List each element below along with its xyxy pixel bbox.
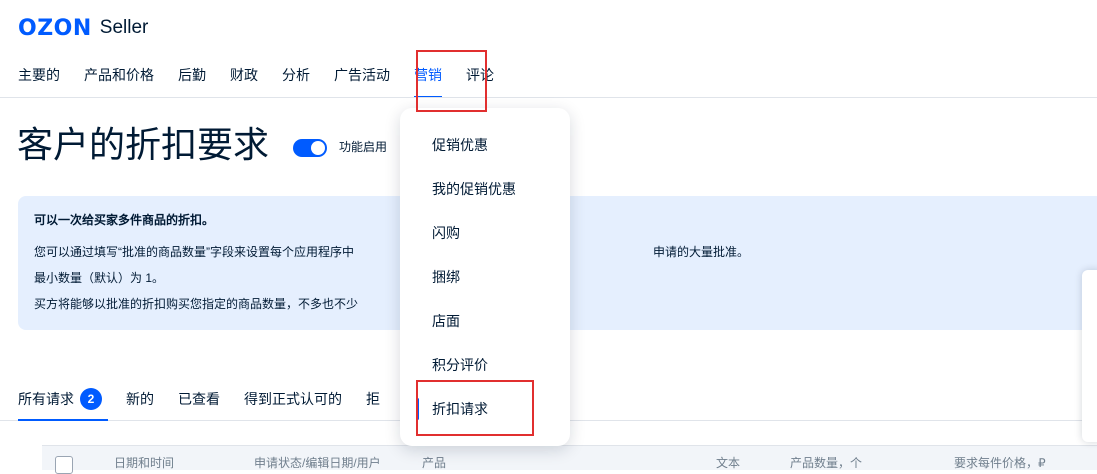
logo-sub: Seller: [99, 17, 149, 38]
table-header: 日期和时间 申请状态/编辑日期/用户 产品 文本 产品数量，个 要求每件价格，₽: [42, 445, 1097, 474]
ozon-seller-logo[interactable]: OZON Seller: [18, 15, 148, 41]
tab-all-requests[interactable]: 所有请求 2: [18, 388, 102, 410]
request-tabs: 所有请求 2 新的 已查看 得到正式认可的 拒: [18, 388, 404, 410]
count-badge: 2: [80, 388, 102, 410]
select-all-checkbox[interactable]: [55, 456, 73, 474]
nav-divider: [0, 97, 1097, 98]
logo-text: OZON: [18, 15, 92, 41]
active-tab-underline: [18, 419, 108, 421]
nav-item-products[interactable]: 产品和价格: [84, 66, 154, 84]
menu-item-points-reviews[interactable]: 积分评价: [432, 356, 488, 374]
info-line-2: 最小数量（默认）为 1。: [34, 271, 165, 285]
info-line-3: 买方将能够以批准的折扣购买您指定的商品数量，不多也不少: [34, 297, 359, 311]
col-status[interactable]: 申请状态/编辑日期/用户: [254, 456, 381, 470]
nav-item-logistics[interactable]: 后勤: [178, 66, 206, 84]
col-text[interactable]: 文本: [716, 456, 740, 470]
tab-all-requests-label: 所有请求: [18, 391, 74, 407]
info-line-1b: 申请的大量批准。: [653, 245, 750, 259]
col-price[interactable]: 要求每件价格，₽: [954, 456, 1046, 470]
col-product[interactable]: 产品: [422, 456, 446, 470]
toggle-knob: [311, 141, 325, 155]
menu-item-bundles[interactable]: 捆绑: [432, 268, 460, 286]
info-heading: 可以一次给买家多件商品的折扣。: [34, 213, 215, 227]
info-line-1a: 您可以通过填写“批准的商品数量”字段来设置每个应用程序中: [34, 245, 354, 259]
menu-item-promotions[interactable]: 促销优惠: [432, 136, 488, 154]
highlight-box-marketing: [416, 50, 487, 112]
tab-rejected[interactable]: 拒: [366, 390, 380, 408]
nav-item-ads[interactable]: 广告活动: [334, 66, 390, 84]
menu-item-storefront[interactable]: 店面: [432, 312, 460, 330]
menu-item-my-promotions[interactable]: 我的促销优惠: [432, 180, 516, 198]
col-date-time[interactable]: 日期和时间: [114, 456, 174, 470]
feature-toggle[interactable]: [293, 139, 327, 157]
col-quantity[interactable]: 产品数量，个: [790, 456, 862, 470]
tab-viewed[interactable]: 已查看: [178, 390, 220, 408]
menu-item-flash-sale[interactable]: 闪购: [432, 224, 460, 242]
tab-new[interactable]: 新的: [126, 390, 154, 408]
nav-item-finance[interactable]: 财政: [230, 66, 258, 84]
tab-approved[interactable]: 得到正式认可的: [244, 390, 342, 408]
page-title: 客户的折扣要求: [17, 124, 270, 165]
nav-item-main[interactable]: 主要的: [18, 66, 60, 84]
side-panel-edge: [1082, 270, 1097, 442]
highlight-box-discount-requests: [416, 380, 534, 436]
toggle-label: 功能启用: [339, 140, 388, 154]
nav-item-analytics[interactable]: 分析: [282, 66, 310, 84]
